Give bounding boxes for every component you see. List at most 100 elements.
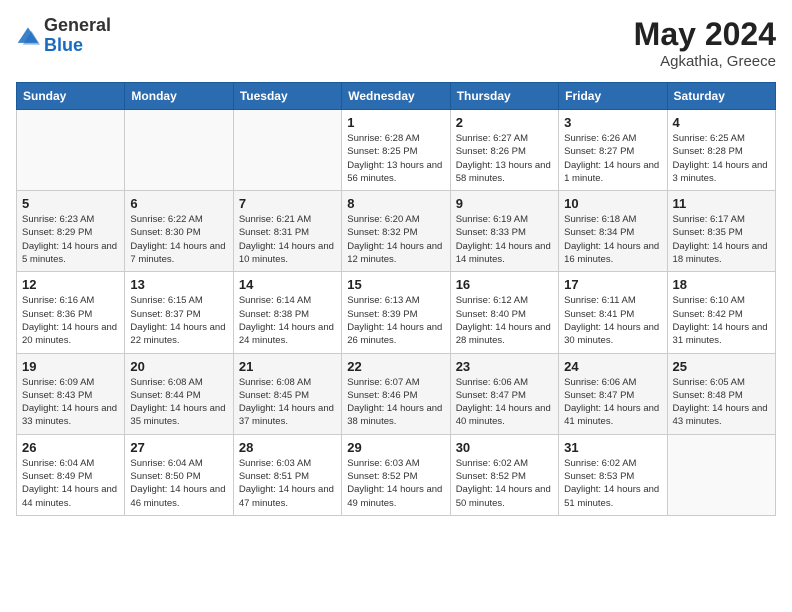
calendar-cell: 17Sunrise: 6:11 AM Sunset: 8:41 PM Dayli… xyxy=(559,272,667,353)
calendar-cell: 14 Sunrise: 6:14 AM Sunset: 8:38 PM Dayli… xyxy=(233,272,341,353)
day-info: Sunrise: 6:08 AM Sunset: 8:45 PM Dayligh… xyxy=(239,376,336,429)
weekday-header: Monday xyxy=(125,83,233,110)
calendar-cell: 29 Sunrise: 6:03 AM Sunset: 8:52 PM Dayli… xyxy=(342,434,450,515)
calendar-cell: 9 Sunrise: 6:19 AM Sunset: 8:33 PM Daylig… xyxy=(450,191,558,272)
day-number: 6 xyxy=(130,196,227,211)
day-info: Sunrise: 6:28 AM Sunset: 8:25 PM Dayligh… xyxy=(347,132,444,185)
calendar-cell: 2 Sunrise: 6:27 AM Sunset: 8:26 PM Daylig… xyxy=(450,110,558,191)
day-info: Sunrise: 6:14 AM Sunset: 8:38 PM Dayligh… xyxy=(239,294,336,347)
day-info: Sunrise: 6:04 AM Sunset: 8:50 PM Dayligh… xyxy=(130,457,227,510)
month-title: May 2024 xyxy=(634,16,776,53)
day-number: 23 xyxy=(456,359,553,374)
calendar-cell: 31 Sunrise: 6:02 AM Sunset: 8:53 PM Dayli… xyxy=(559,434,667,515)
calendar-cell: 6 Sunrise: 6:22 AM Sunset: 8:30 PM Daylig… xyxy=(125,191,233,272)
day-number: 28 xyxy=(239,440,336,455)
day-number: 22 xyxy=(347,359,444,374)
calendar-cell: 12 Sunrise: 6:16 AM Sunset: 8:36 PM Dayli… xyxy=(17,272,125,353)
calendar-week-row: 5Sunrise: 6:23 AM Sunset: 8:29 PM Daylig… xyxy=(17,191,776,272)
calendar-cell: 11Sunrise: 6:17 AM Sunset: 8:35 PM Dayli… xyxy=(667,191,775,272)
location: Agkathia, Greece xyxy=(634,53,776,70)
day-number: 1 xyxy=(347,115,444,130)
day-info: Sunrise: 6:02 AM Sunset: 8:53 PM Dayligh… xyxy=(564,457,661,510)
day-number: 31 xyxy=(564,440,661,455)
calendar-cell: 13 Sunrise: 6:15 AM Sunset: 8:37 PM Dayli… xyxy=(125,272,233,353)
day-info: Sunrise: 6:20 AM Sunset: 8:32 PM Dayligh… xyxy=(347,213,444,266)
calendar-cell: 15Sunrise: 6:13 AM Sunset: 8:39 PM Dayli… xyxy=(342,272,450,353)
calendar-cell: 1 Sunrise: 6:28 AM Sunset: 8:25 PM Daylig… xyxy=(342,110,450,191)
day-number: 16 xyxy=(456,277,553,292)
day-number: 14 xyxy=(239,277,336,292)
day-info: Sunrise: 6:06 AM Sunset: 8:47 PM Dayligh… xyxy=(564,376,661,429)
day-number: 11 xyxy=(673,196,770,211)
day-info: Sunrise: 6:26 AM Sunset: 8:27 PM Dayligh… xyxy=(564,132,661,185)
day-number: 20 xyxy=(130,359,227,374)
calendar-cell: 24 Sunrise: 6:06 AM Sunset: 8:47 PM Dayli… xyxy=(559,353,667,434)
calendar-cell: 10 Sunrise: 6:18 AM Sunset: 8:34 PM Dayli… xyxy=(559,191,667,272)
day-number: 19 xyxy=(22,359,119,374)
calendar-cell: 30 Sunrise: 6:02 AM Sunset: 8:52 PM Dayli… xyxy=(450,434,558,515)
day-info: Sunrise: 6:19 AM Sunset: 8:33 PM Dayligh… xyxy=(456,213,553,266)
day-info: Sunrise: 6:06 AM Sunset: 8:47 PM Dayligh… xyxy=(456,376,553,429)
day-number: 24 xyxy=(564,359,661,374)
weekday-header: Tuesday xyxy=(233,83,341,110)
day-info: Sunrise: 6:05 AM Sunset: 8:48 PM Dayligh… xyxy=(673,376,770,429)
calendar-cell: 18Sunrise: 6:10 AM Sunset: 8:42 PM Dayli… xyxy=(667,272,775,353)
day-number: 2 xyxy=(456,115,553,130)
calendar-cell: 19Sunrise: 6:09 AM Sunset: 8:43 PM Dayli… xyxy=(17,353,125,434)
calendar-cell: 22Sunrise: 6:07 AM Sunset: 8:46 PM Dayli… xyxy=(342,353,450,434)
day-info: Sunrise: 6:15 AM Sunset: 8:37 PM Dayligh… xyxy=(130,294,227,347)
weekday-header: Saturday xyxy=(667,83,775,110)
day-info: Sunrise: 6:04 AM Sunset: 8:49 PM Dayligh… xyxy=(22,457,119,510)
day-info: Sunrise: 6:16 AM Sunset: 8:36 PM Dayligh… xyxy=(22,294,119,347)
day-number: 25 xyxy=(673,359,770,374)
calendar-cell: 4Sunrise: 6:25 AM Sunset: 8:28 PM Daylig… xyxy=(667,110,775,191)
calendar-cell: 8 Sunrise: 6:20 AM Sunset: 8:32 PM Daylig… xyxy=(342,191,450,272)
calendar-cell: 3 Sunrise: 6:26 AM Sunset: 8:27 PM Daylig… xyxy=(559,110,667,191)
calendar-week-row: 26 Sunrise: 6:04 AM Sunset: 8:49 PM Dayli… xyxy=(17,434,776,515)
day-number: 18 xyxy=(673,277,770,292)
calendar-week-row: 19Sunrise: 6:09 AM Sunset: 8:43 PM Dayli… xyxy=(17,353,776,434)
day-info: Sunrise: 6:12 AM Sunset: 8:40 PM Dayligh… xyxy=(456,294,553,347)
calendar-cell: 27 Sunrise: 6:04 AM Sunset: 8:50 PM Dayli… xyxy=(125,434,233,515)
calendar-cell: 16 Sunrise: 6:12 AM Sunset: 8:40 PM Dayli… xyxy=(450,272,558,353)
title-area: May 2024 Agkathia, Greece xyxy=(634,16,776,70)
day-info: Sunrise: 6:02 AM Sunset: 8:52 PM Dayligh… xyxy=(456,457,553,510)
calendar-cell: 26 Sunrise: 6:04 AM Sunset: 8:49 PM Dayli… xyxy=(17,434,125,515)
calendar-cell xyxy=(17,110,125,191)
calendar-cell: 25 Sunrise: 6:05 AM Sunset: 8:48 PM Dayli… xyxy=(667,353,775,434)
day-info: Sunrise: 6:22 AM Sunset: 8:30 PM Dayligh… xyxy=(130,213,227,266)
day-info: Sunrise: 6:27 AM Sunset: 8:26 PM Dayligh… xyxy=(456,132,553,185)
day-info: Sunrise: 6:18 AM Sunset: 8:34 PM Dayligh… xyxy=(564,213,661,266)
day-number: 3 xyxy=(564,115,661,130)
calendar-week-row: 12 Sunrise: 6:16 AM Sunset: 8:36 PM Dayli… xyxy=(17,272,776,353)
day-number: 17 xyxy=(564,277,661,292)
calendar-cell xyxy=(233,110,341,191)
calendar-cell: 5Sunrise: 6:23 AM Sunset: 8:29 PM Daylig… xyxy=(17,191,125,272)
day-number: 12 xyxy=(22,277,119,292)
day-number: 21 xyxy=(239,359,336,374)
calendar-week-row: 1 Sunrise: 6:28 AM Sunset: 8:25 PM Daylig… xyxy=(17,110,776,191)
calendar-cell: 20Sunrise: 6:08 AM Sunset: 8:44 PM Dayli… xyxy=(125,353,233,434)
logo-icon xyxy=(16,24,40,48)
day-number: 10 xyxy=(564,196,661,211)
day-number: 27 xyxy=(130,440,227,455)
weekday-header-row: SundayMondayTuesdayWednesdayThursdayFrid… xyxy=(17,83,776,110)
day-number: 15 xyxy=(347,277,444,292)
day-info: Sunrise: 6:03 AM Sunset: 8:52 PM Dayligh… xyxy=(347,457,444,510)
calendar-cell xyxy=(125,110,233,191)
weekday-header: Wednesday xyxy=(342,83,450,110)
day-number: 26 xyxy=(22,440,119,455)
calendar-cell: 28 Sunrise: 6:03 AM Sunset: 8:51 PM Dayli… xyxy=(233,434,341,515)
day-number: 13 xyxy=(130,277,227,292)
day-number: 4 xyxy=(673,115,770,130)
day-number: 8 xyxy=(347,196,444,211)
day-number: 29 xyxy=(347,440,444,455)
day-number: 9 xyxy=(456,196,553,211)
calendar-cell xyxy=(667,434,775,515)
day-number: 7 xyxy=(239,196,336,211)
day-number: 30 xyxy=(456,440,553,455)
logo-blue-text: Blue xyxy=(44,35,83,55)
weekday-header: Friday xyxy=(559,83,667,110)
logo: General Blue xyxy=(16,16,111,56)
day-info: Sunrise: 6:03 AM Sunset: 8:51 PM Dayligh… xyxy=(239,457,336,510)
